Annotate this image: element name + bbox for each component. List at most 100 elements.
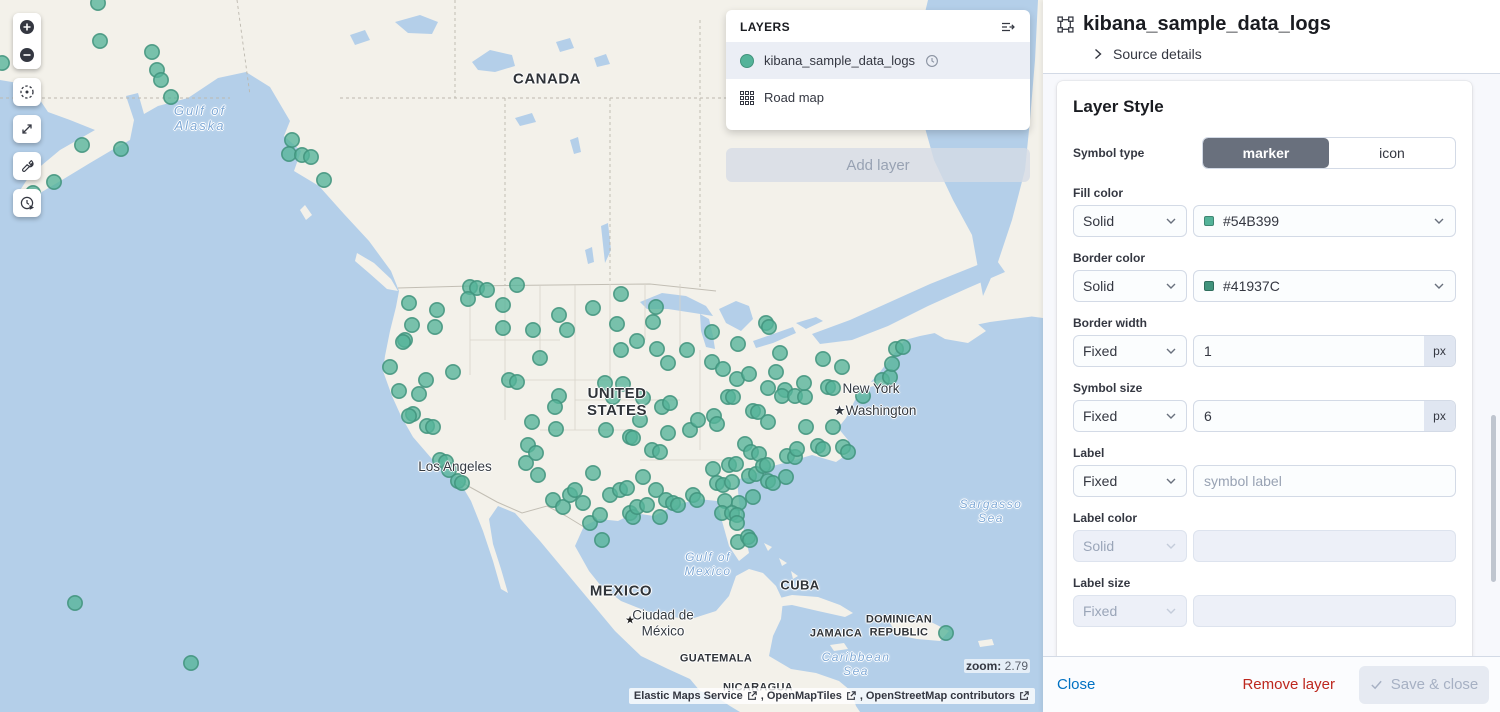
map-data-point[interactable] xyxy=(650,342,664,356)
layer-row-kibana-sample-data-logs[interactable]: kibana_sample_data_logs xyxy=(726,42,1030,79)
map-data-point[interactable] xyxy=(426,420,440,434)
map-data-point[interactable] xyxy=(816,442,830,456)
map-data-point[interactable] xyxy=(568,483,582,497)
map-data-point[interactable] xyxy=(154,73,168,87)
border-width-method-select[interactable]: Fixed xyxy=(1073,335,1187,367)
map-data-point[interactable] xyxy=(731,337,745,351)
map-data-point[interactable] xyxy=(0,56,9,70)
panel-body[interactable]: Layer Style Symbol type marker icon Fill… xyxy=(1043,74,1500,656)
close-button[interactable]: Close xyxy=(1057,676,1095,693)
map-data-point[interactable] xyxy=(706,462,720,476)
map-data-point[interactable] xyxy=(549,422,563,436)
map-data-point[interactable] xyxy=(691,413,705,427)
map-data-point[interactable] xyxy=(480,283,494,297)
symbol-type-icon-option[interactable]: icon xyxy=(1329,138,1455,168)
fill-color-method-select[interactable]: Solid xyxy=(1073,205,1187,237)
map-data-point[interactable] xyxy=(826,381,840,395)
map-data-point[interactable] xyxy=(826,420,840,434)
map-data-point[interactable] xyxy=(705,325,719,339)
map-data-point[interactable] xyxy=(726,390,740,404)
source-details-toggle[interactable]: Source details xyxy=(1092,46,1484,62)
collapse-panel-icon[interactable] xyxy=(1000,19,1016,35)
map-data-point[interactable] xyxy=(510,278,524,292)
map-data-point[interactable] xyxy=(653,445,667,459)
map-data-point[interactable] xyxy=(560,323,574,337)
map-data-point[interactable] xyxy=(761,381,775,395)
map-data-point[interactable] xyxy=(145,45,159,59)
map-data-point[interactable] xyxy=(529,446,543,460)
map-data-point[interactable] xyxy=(606,390,620,404)
symbol-size-input[interactable]: 6 px xyxy=(1193,400,1456,432)
map-data-point[interactable] xyxy=(282,147,296,161)
map-data-point[interactable] xyxy=(649,300,663,314)
map-data-point[interactable] xyxy=(383,360,397,374)
map-data-point[interactable] xyxy=(626,431,640,445)
map-data-point[interactable] xyxy=(455,476,469,490)
map-data-point[interactable] xyxy=(68,596,82,610)
map-data-point[interactable] xyxy=(525,415,539,429)
map-data-point[interactable] xyxy=(510,375,524,389)
symbol-type-marker-option[interactable]: marker xyxy=(1203,138,1329,168)
map-data-point[interactable] xyxy=(729,457,743,471)
map-data-point[interactable] xyxy=(91,0,105,10)
map-data-point[interactable] xyxy=(636,470,650,484)
timeslider-button[interactable] xyxy=(13,189,41,217)
label-method-select[interactable]: Fixed xyxy=(1073,465,1187,497)
map-data-point[interactable] xyxy=(304,150,318,164)
map-data-point[interactable] xyxy=(835,360,849,374)
map-data-point[interactable] xyxy=(446,365,460,379)
map-data-point[interactable] xyxy=(762,320,776,334)
map-data-point[interactable] xyxy=(856,389,870,403)
map-data-point[interactable] xyxy=(598,376,612,390)
map-data-point[interactable] xyxy=(496,321,510,335)
map-data-point[interactable] xyxy=(725,475,739,489)
map-data-point[interactable] xyxy=(47,175,61,189)
map-data-point[interactable] xyxy=(690,493,704,507)
map-data-point[interactable] xyxy=(533,351,547,365)
map-data-point[interactable] xyxy=(766,476,780,490)
map-data-point[interactable] xyxy=(548,400,562,414)
map-data-point[interactable] xyxy=(730,516,744,530)
map-data-point[interactable] xyxy=(93,34,107,48)
map-data-point[interactable] xyxy=(412,387,426,401)
add-layer-button[interactable]: Add layer xyxy=(726,148,1030,182)
map-data-point[interactable] xyxy=(883,370,897,384)
fill-color-picker[interactable]: #54B399 xyxy=(1193,205,1456,237)
map-data-point[interactable] xyxy=(402,296,416,310)
border-color-picker[interactable]: #41937C xyxy=(1193,270,1456,302)
map-data-point[interactable] xyxy=(114,142,128,156)
zoom-out-button[interactable] xyxy=(13,41,41,69)
map-data-point[interactable] xyxy=(430,303,444,317)
map-data-point[interactable] xyxy=(646,315,660,329)
symbol-size-method-select[interactable]: Fixed xyxy=(1073,400,1187,432)
attribution-link[interactable]: OpenStreetMap contributors xyxy=(866,690,1015,702)
map-data-point[interactable] xyxy=(75,138,89,152)
map-data-point[interactable] xyxy=(317,173,331,187)
map-data-point[interactable] xyxy=(790,442,804,456)
map-data-point[interactable] xyxy=(779,470,793,484)
map-data-point[interactable] xyxy=(419,373,433,387)
map-data-point[interactable] xyxy=(661,356,675,370)
map-data-point[interactable] xyxy=(885,357,899,371)
map-data-point[interactable] xyxy=(595,533,609,547)
fit-to-data-button[interactable] xyxy=(13,115,41,143)
map-data-point[interactable] xyxy=(526,323,540,337)
set-view-button[interactable] xyxy=(13,78,41,106)
map-data-point[interactable] xyxy=(760,458,774,472)
map-data-point[interactable] xyxy=(614,287,628,301)
map-data-point[interactable] xyxy=(798,390,812,404)
map-data-point[interactable] xyxy=(184,656,198,670)
map-data-point[interactable] xyxy=(586,466,600,480)
map-data-point[interactable] xyxy=(164,90,178,104)
zoom-in-button[interactable] xyxy=(13,13,41,41)
map-data-point[interactable] xyxy=(531,468,545,482)
label-text-input[interactable]: symbol label xyxy=(1193,465,1456,497)
map-data-point[interactable] xyxy=(616,377,630,391)
tools-button[interactable] xyxy=(13,152,41,180)
map-data-point[interactable] xyxy=(841,445,855,459)
map-data-point[interactable] xyxy=(392,384,406,398)
map-data-point[interactable] xyxy=(797,376,811,390)
remove-layer-button[interactable]: Remove layer xyxy=(1242,676,1335,693)
map-data-point[interactable] xyxy=(742,367,756,381)
map-data-point[interactable] xyxy=(773,346,787,360)
